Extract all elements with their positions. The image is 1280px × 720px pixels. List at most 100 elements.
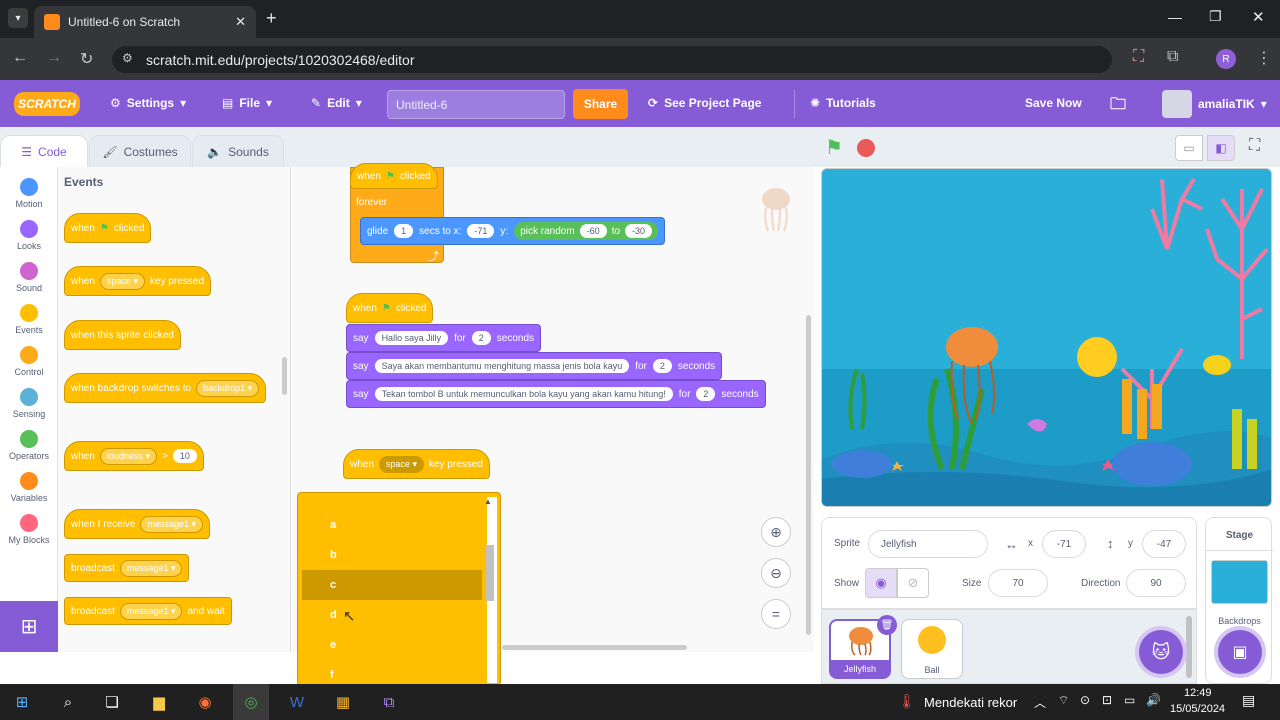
fullscreen-icon[interactable]: ⛶ bbox=[1249, 137, 1260, 155]
palette-scrollbar[interactable] bbox=[282, 357, 287, 395]
when-flag-clicked-block[interactable]: when ⚑ clicked bbox=[346, 293, 434, 323]
secs-input[interactable]: 2 bbox=[652, 359, 672, 373]
clock-time[interactable]: 12:49 bbox=[1184, 687, 1212, 699]
say-for-secs-block[interactable]: say Hallo saya Jilly for 2 seconds bbox=[346, 324, 542, 352]
random-from-input[interactable]: -60 bbox=[579, 224, 607, 238]
file-menu[interactable]: ▤ File ▾ bbox=[222, 96, 272, 110]
tab-code[interactable]: ☰ Code bbox=[0, 135, 88, 168]
y-input[interactable]: -47 bbox=[1142, 530, 1186, 558]
sprite-tile-jellyfish[interactable]: Jellyfish 🗑 bbox=[829, 615, 897, 679]
project-title-input[interactable]: Untitled-6 bbox=[387, 90, 565, 119]
backdrop-dropdown[interactable]: backdrop1 ▾ bbox=[196, 379, 260, 397]
stage-canvas[interactable] bbox=[821, 168, 1272, 507]
workspace-h-scrollbar[interactable] bbox=[502, 645, 687, 650]
close-window-icon[interactable]: ✕ bbox=[1252, 8, 1265, 26]
stop-sign-icon[interactable] bbox=[857, 139, 875, 157]
zoom-in-icon[interactable]: ⊕ bbox=[761, 517, 791, 547]
pick-random-block[interactable]: pick random -60 to -30 bbox=[514, 222, 659, 240]
forward-icon[interactable]: → bbox=[46, 49, 62, 67]
profile-avatar[interactable]: R bbox=[1216, 49, 1236, 69]
when-key-pressed-block[interactable]: when space ▾ key pressed bbox=[64, 266, 211, 296]
category-looks[interactable]: Looks bbox=[0, 214, 58, 256]
message-dropdown[interactable]: message1 ▾ bbox=[119, 559, 183, 577]
zoom-out-icon[interactable]: ⊖ bbox=[761, 558, 791, 588]
key-dropdown[interactable]: space ▾ bbox=[378, 455, 424, 473]
size-input[interactable]: 70 bbox=[988, 569, 1048, 597]
windows-start-icon[interactable]: ⊞ bbox=[4, 684, 40, 720]
tab-search-icon[interactable]: ▾ bbox=[8, 8, 28, 28]
when-backdrop-switches-block[interactable]: when backdrop switches to backdrop1 ▾ bbox=[64, 373, 267, 403]
clock-date[interactable]: 15/05/2024 bbox=[1170, 703, 1225, 715]
weather-text[interactable]: Mendekati rekor bbox=[924, 695, 1017, 710]
show-eye-icon[interactable]: ◉ bbox=[865, 568, 897, 598]
wifi-icon[interactable]: ⌔ bbox=[1058, 693, 1069, 708]
sprite-tile-ball[interactable]: Ball bbox=[901, 619, 963, 679]
tutorials-button[interactable]: ✺ Tutorials bbox=[810, 96, 876, 110]
say-for-secs-block[interactable]: say Tekan tombol B untuk memunculkan bola… bbox=[346, 380, 766, 408]
zoom-reset-icon[interactable]: = bbox=[761, 599, 791, 629]
chevron-up-icon[interactable]: ︿ bbox=[1034, 694, 1046, 711]
when-flag-clicked-block[interactable]: when ⚑ clicked bbox=[64, 213, 152, 243]
random-to-input[interactable]: -30 bbox=[625, 224, 653, 238]
when-i-receive-block[interactable]: when I receive message1 ▾ bbox=[64, 509, 211, 539]
threshold-input[interactable]: 10 bbox=[172, 449, 197, 463]
tab-costumes[interactable]: 🖌 Costumes bbox=[89, 135, 191, 168]
green-flag-icon[interactable]: ⚑ bbox=[825, 135, 843, 160]
location-icon[interactable]: ⊙ bbox=[1080, 693, 1090, 707]
choose-backdrop-icon[interactable]: ▣ bbox=[1218, 630, 1262, 674]
maximize-icon[interactable]: ❐ bbox=[1209, 8, 1222, 25]
edit-menu[interactable]: ✎ Edit ▾ bbox=[311, 96, 362, 110]
key-dropdown-menu[interactable]: ▲ abcdef bbox=[297, 492, 501, 686]
network-icon[interactable]: ⊡ bbox=[1102, 693, 1112, 707]
notifications-icon[interactable]: ▤ bbox=[1242, 692, 1255, 709]
broadcast-and-wait-block[interactable]: broadcast message1 ▾ and wait bbox=[64, 597, 232, 625]
file-explorer-icon[interactable]: ▆ bbox=[141, 684, 177, 720]
message-input[interactable]: Saya akan membantumu menghitung massa je… bbox=[374, 359, 630, 373]
dropdown-option[interactable]: b bbox=[302, 540, 482, 570]
dropdown-option[interactable]: f bbox=[302, 660, 482, 685]
chrome-menu-icon[interactable]: ⋮ bbox=[1256, 48, 1272, 68]
save-now-button[interactable]: Save Now bbox=[1025, 96, 1082, 110]
share-button[interactable]: Share bbox=[573, 89, 628, 119]
snipping-tool-icon[interactable]: ⧉ bbox=[371, 684, 407, 720]
scratch-logo[interactable]: SCRATCH bbox=[14, 92, 80, 116]
small-stage-icon[interactable]: ▭ bbox=[1175, 135, 1203, 161]
category-motion[interactable]: Motion bbox=[0, 172, 58, 214]
workspace-v-scrollbar[interactable] bbox=[806, 315, 811, 635]
category-variables[interactable]: Variables bbox=[0, 466, 58, 508]
when-key-pressed-block[interactable]: when space ▾ key pressed bbox=[343, 449, 490, 479]
stage-target-panel[interactable]: Stage Backdrops ▣ bbox=[1205, 517, 1273, 684]
when-flag-clicked-block[interactable]: when ⚑ clicked bbox=[350, 163, 438, 189]
reload-icon[interactable]: ↻ bbox=[80, 49, 93, 69]
chrome-icon[interactable]: ◎ bbox=[233, 684, 269, 720]
message-input[interactable]: Hallo saya Jilly bbox=[374, 331, 449, 345]
sprite-name-input[interactable]: Jellyfish bbox=[868, 530, 988, 558]
tab-sounds[interactable]: 🔈 Sounds bbox=[192, 135, 284, 168]
dropdown-option[interactable]: e bbox=[302, 630, 482, 660]
url-bar[interactable]: ⚙ scratch.mit.edu/projects/1020302468/ed… bbox=[112, 46, 1112, 73]
minimize-icon[interactable]: — bbox=[1168, 9, 1182, 25]
sensor-dropdown[interactable]: loudness ▾ bbox=[99, 447, 157, 465]
account-menu[interactable]: amaliaTIK ▾ bbox=[1162, 90, 1267, 118]
secs-input[interactable]: 2 bbox=[696, 387, 716, 401]
glide-block[interactable]: glide 1 secs to x: -71 y: pick random -60 to -3… bbox=[360, 217, 666, 245]
word-icon[interactable]: W bbox=[279, 684, 315, 720]
broadcast-block[interactable]: broadcast message1 ▾ bbox=[64, 554, 190, 582]
battery-icon[interactable]: ▭ bbox=[1124, 693, 1135, 707]
my-stuff-folder-icon[interactable]: 🗀 bbox=[1110, 93, 1126, 120]
volume-icon[interactable]: 🔊 bbox=[1146, 693, 1161, 707]
dropdown-option[interactable]: d bbox=[302, 600, 482, 630]
choose-sprite-icon[interactable]: 🐱 bbox=[1139, 630, 1183, 674]
secs-input[interactable]: 1 bbox=[394, 224, 414, 238]
firefox-icon[interactable]: ◉ bbox=[187, 684, 223, 720]
message-input[interactable]: Tekan tombol B untuk memunculkan bola ka… bbox=[374, 387, 673, 401]
x-input[interactable]: -71 bbox=[1042, 530, 1086, 558]
scroll-up-icon[interactable]: ▲ bbox=[484, 497, 492, 506]
key-dropdown[interactable]: space ▾ bbox=[99, 272, 145, 290]
category-events[interactable]: Events bbox=[0, 298, 58, 340]
x-input[interactable]: -71 bbox=[467, 224, 495, 238]
dropdown-option[interactable]: c bbox=[302, 570, 482, 600]
direction-input[interactable]: 90 bbox=[1126, 569, 1186, 597]
large-stage-icon[interactable]: ◧ bbox=[1207, 135, 1235, 161]
hide-eye-icon[interactable]: ⊘ bbox=[897, 568, 929, 598]
